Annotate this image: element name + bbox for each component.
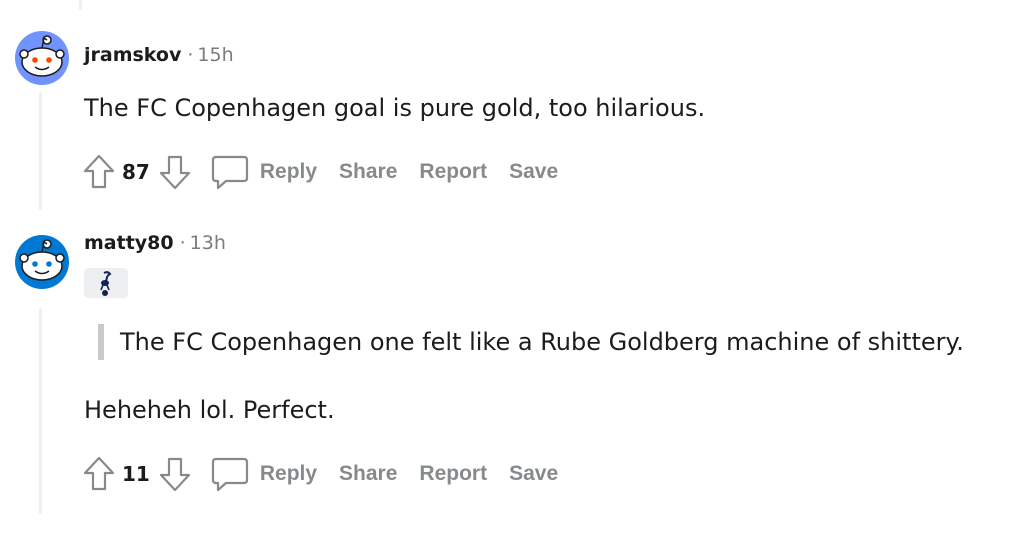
comment-body: Heheheh lol. Perfect. (84, 396, 335, 424)
comment-body: The FC Copenhagen goal is pure gold, too… (84, 94, 706, 122)
share-button[interactable]: Share (339, 160, 397, 184)
timestamp[interactable]: 15h (197, 44, 233, 66)
vote-count: 87 (122, 160, 150, 184)
username-link[interactable]: matty80 (84, 232, 174, 254)
meta-separator: · (187, 44, 194, 66)
snoo-avatar-icon[interactable] (14, 234, 70, 290)
comment-meta: jramskov · 15h (84, 44, 234, 66)
comment-icon[interactable] (210, 152, 250, 192)
reply-button[interactable]: Reply (260, 160, 317, 184)
thread-line-top[interactable] (79, 0, 82, 10)
comment-actions: 87 Reply Share Report Save (82, 152, 580, 192)
quote-text: The FC Copenhagen one felt like a Rube G… (120, 328, 964, 356)
blockquote: The FC Copenhagen one felt like a Rube G… (98, 324, 964, 360)
comment-icon[interactable] (210, 454, 250, 494)
thread-line-comment-1[interactable] (39, 92, 42, 210)
upvote-icon[interactable] (82, 454, 116, 494)
snoo-avatar-icon[interactable] (14, 30, 70, 86)
downvote-icon[interactable] (158, 152, 192, 192)
report-button[interactable]: Report (419, 160, 487, 184)
username-link[interactable]: jramskov (84, 44, 181, 66)
save-button[interactable]: Save (509, 160, 558, 184)
share-button[interactable]: Share (339, 462, 397, 486)
report-button[interactable]: Report (419, 462, 487, 486)
downvote-icon[interactable] (158, 454, 192, 494)
comment-actions: 11 Reply Share Report Save (82, 454, 580, 494)
meta-separator: · (179, 232, 186, 254)
timestamp[interactable]: 13h (190, 232, 226, 254)
save-button[interactable]: Save (509, 462, 558, 486)
quote-bar (98, 324, 104, 360)
comment-meta: matty80 · 13h (84, 232, 226, 254)
tottenham-cockerel-icon (100, 271, 112, 296)
vote-count: 11 (122, 462, 150, 486)
upvote-icon[interactable] (82, 152, 116, 192)
thread-line-comment-2[interactable] (39, 308, 42, 514)
user-flair (84, 268, 128, 298)
reply-button[interactable]: Reply (260, 462, 317, 486)
